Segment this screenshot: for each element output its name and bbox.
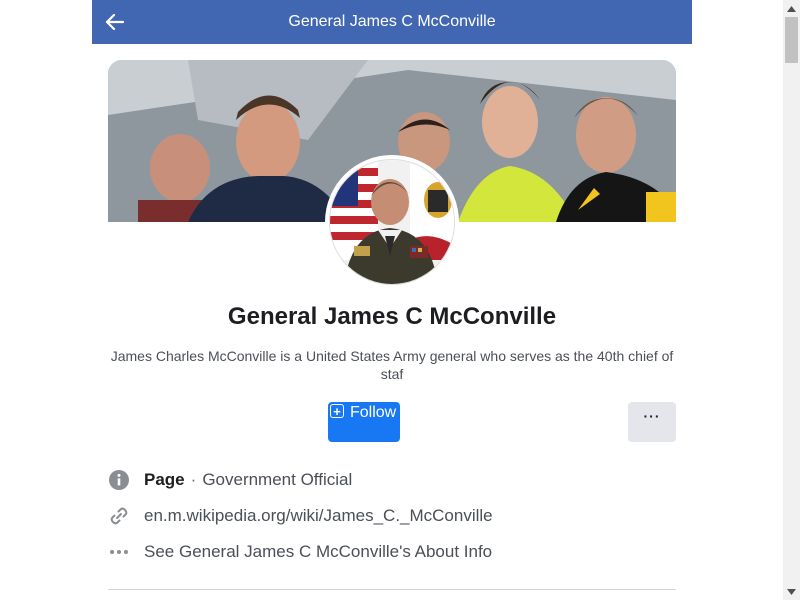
more-options-label: ···: [643, 408, 661, 424]
top-navigation-bar: General James C McConville: [92, 0, 692, 44]
triangle-up-icon: [787, 5, 796, 12]
arrow-left-icon: [106, 14, 124, 30]
follow-button[interactable]: + Follow: [328, 402, 400, 442]
scroll-down-button[interactable]: [783, 583, 800, 600]
info-circle-icon: [108, 469, 130, 491]
plus-square-icon: +: [330, 404, 344, 418]
profile-description: James Charles McConville is a United Sta…: [110, 348, 674, 382]
section-divider: [108, 589, 676, 590]
more-options-button[interactable]: ···: [628, 402, 676, 442]
follow-button-label: Follow: [350, 404, 397, 421]
about-row[interactable]: See General James C McConville's About I…: [108, 540, 676, 564]
category-label: Page: [144, 470, 185, 489]
scroll-up-button[interactable]: [783, 0, 800, 17]
profile-page: General James C McConville General James…: [0, 0, 800, 600]
profile-avatar[interactable]: [325, 155, 459, 289]
page-title: General James C McConville: [288, 13, 496, 30]
category-separator: ·: [190, 470, 197, 489]
category-row: Page · Government Official: [108, 468, 676, 492]
profile-name: General James C McConville: [227, 303, 557, 330]
about-info-link[interactable]: See General James C McConville's About I…: [144, 542, 492, 562]
triangle-down-icon: [787, 588, 796, 595]
category-value: Government Official: [202, 470, 353, 489]
website-link[interactable]: en.m.wikipedia.org/wiki/James_C._McConvi…: [144, 506, 493, 526]
vertical-scrollbar[interactable]: [783, 0, 800, 600]
website-row[interactable]: en.m.wikipedia.org/wiki/James_C._McConvi…: [108, 504, 676, 528]
scroll-thumb[interactable]: [785, 17, 798, 63]
more-dots-icon: [108, 541, 130, 563]
back-button[interactable]: [102, 9, 128, 35]
link-icon: [108, 505, 130, 527]
